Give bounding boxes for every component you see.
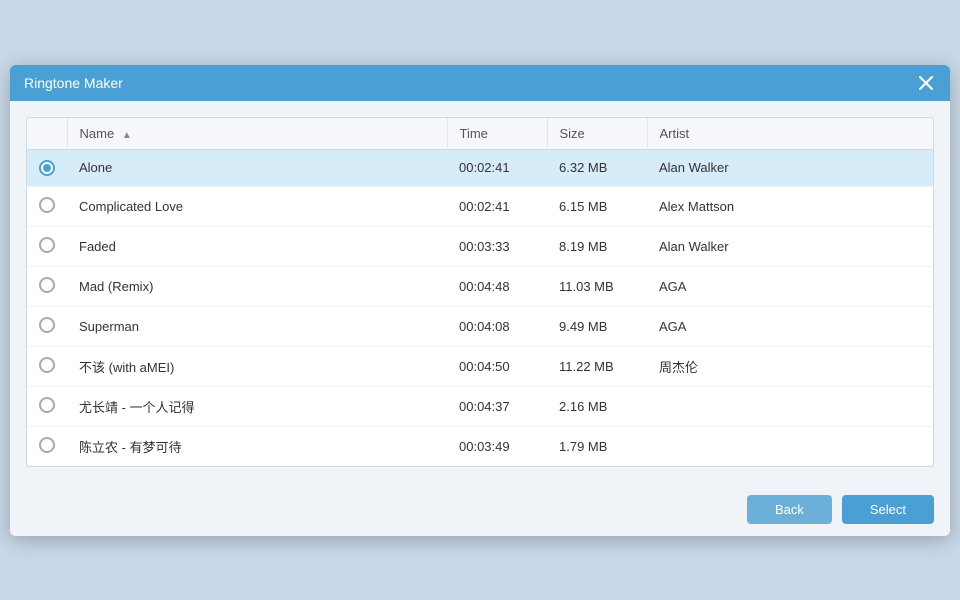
song-name: Complicated Love bbox=[67, 186, 447, 226]
song-time: 00:04:48 bbox=[447, 266, 547, 306]
song-name: Superman bbox=[67, 306, 447, 346]
radio-unselected-icon bbox=[39, 237, 55, 253]
song-time: 00:04:37 bbox=[447, 386, 547, 426]
content-area: Name ▲ Time Size Artist Alone 00:02:41 6… bbox=[10, 101, 950, 483]
table-row[interactable]: 尤长靖 - 一个人记得 00:04:37 2.16 MB bbox=[27, 386, 933, 426]
table-row[interactable]: 陈立农 - 有梦可待 00:03:49 1.79 MB bbox=[27, 426, 933, 466]
song-artist: AGA bbox=[647, 266, 933, 306]
header-checkbox bbox=[27, 118, 67, 150]
song-name: 尤长靖 - 一个人记得 bbox=[67, 386, 447, 426]
radio-selected-icon bbox=[39, 160, 55, 176]
table-row[interactable]: 不该 (with aMEI) 00:04:50 11.22 MB 周杰伦 bbox=[27, 346, 933, 386]
song-list-body: Alone 00:02:41 6.32 MB Alan Walker Compl… bbox=[27, 149, 933, 466]
radio-unselected-icon bbox=[39, 357, 55, 373]
radio-cell[interactable] bbox=[27, 266, 67, 306]
window-title: Ringtone Maker bbox=[24, 75, 123, 91]
song-name: 不该 (with aMEI) bbox=[67, 346, 447, 386]
radio-cell[interactable] bbox=[27, 426, 67, 466]
song-size: 2.16 MB bbox=[547, 386, 647, 426]
song-table: Name ▲ Time Size Artist Alone 00:02:41 6… bbox=[27, 118, 933, 466]
song-table-container: Name ▲ Time Size Artist Alone 00:02:41 6… bbox=[26, 117, 934, 467]
radio-cell[interactable] bbox=[27, 149, 67, 186]
back-button[interactable]: Back bbox=[747, 495, 832, 524]
song-artist: Alex Mattson bbox=[647, 186, 933, 226]
song-artist: 周杰伦 bbox=[647, 346, 933, 386]
song-size: 6.32 MB bbox=[547, 149, 647, 186]
song-artist: AGA bbox=[647, 306, 933, 346]
header-time: Time bbox=[447, 118, 547, 150]
song-size: 11.03 MB bbox=[547, 266, 647, 306]
table-header-row: Name ▲ Time Size Artist bbox=[27, 118, 933, 150]
song-name: 陈立农 - 有梦可待 bbox=[67, 426, 447, 466]
song-artist bbox=[647, 386, 933, 426]
song-name: Alone bbox=[67, 149, 447, 186]
table-row[interactable]: Alone 00:02:41 6.32 MB Alan Walker bbox=[27, 149, 933, 186]
song-artist: Alan Walker bbox=[647, 149, 933, 186]
song-name: Mad (Remix) bbox=[67, 266, 447, 306]
radio-cell[interactable] bbox=[27, 306, 67, 346]
radio-cell[interactable] bbox=[27, 386, 67, 426]
select-button[interactable]: Select bbox=[842, 495, 934, 524]
song-artist bbox=[647, 426, 933, 466]
radio-unselected-icon bbox=[39, 197, 55, 213]
song-name: Faded bbox=[67, 226, 447, 266]
header-name[interactable]: Name ▲ bbox=[67, 118, 447, 150]
radio-cell[interactable] bbox=[27, 346, 67, 386]
sort-arrow-icon: ▲ bbox=[122, 130, 132, 141]
radio-cell[interactable] bbox=[27, 226, 67, 266]
table-row[interactable]: Mad (Remix) 00:04:48 11.03 MB AGA bbox=[27, 266, 933, 306]
titlebar: Ringtone Maker bbox=[10, 65, 950, 101]
table-row[interactable]: Superman 00:04:08 9.49 MB AGA bbox=[27, 306, 933, 346]
song-time: 00:02:41 bbox=[447, 149, 547, 186]
main-window: Ringtone Maker Name ▲ Time Si bbox=[10, 65, 950, 536]
header-artist: Artist bbox=[647, 118, 933, 150]
song-time: 00:02:41 bbox=[447, 186, 547, 226]
radio-unselected-icon bbox=[39, 437, 55, 453]
table-row[interactable]: Complicated Love 00:02:41 6.15 MB Alex M… bbox=[27, 186, 933, 226]
song-size: 11.22 MB bbox=[547, 346, 647, 386]
song-time: 00:03:49 bbox=[447, 426, 547, 466]
song-size: 9.49 MB bbox=[547, 306, 647, 346]
song-size: 1.79 MB bbox=[547, 426, 647, 466]
song-time: 00:04:50 bbox=[447, 346, 547, 386]
radio-cell[interactable] bbox=[27, 186, 67, 226]
table-row[interactable]: Faded 00:03:33 8.19 MB Alan Walker bbox=[27, 226, 933, 266]
header-size: Size bbox=[547, 118, 647, 150]
radio-unselected-icon bbox=[39, 397, 55, 413]
radio-unselected-icon bbox=[39, 317, 55, 333]
song-time: 00:03:33 bbox=[447, 226, 547, 266]
radio-unselected-icon bbox=[39, 277, 55, 293]
song-artist: Alan Walker bbox=[647, 226, 933, 266]
close-button[interactable] bbox=[916, 73, 936, 93]
song-size: 6.15 MB bbox=[547, 186, 647, 226]
footer: Back Select bbox=[10, 483, 950, 536]
song-time: 00:04:08 bbox=[447, 306, 547, 346]
song-size: 8.19 MB bbox=[547, 226, 647, 266]
